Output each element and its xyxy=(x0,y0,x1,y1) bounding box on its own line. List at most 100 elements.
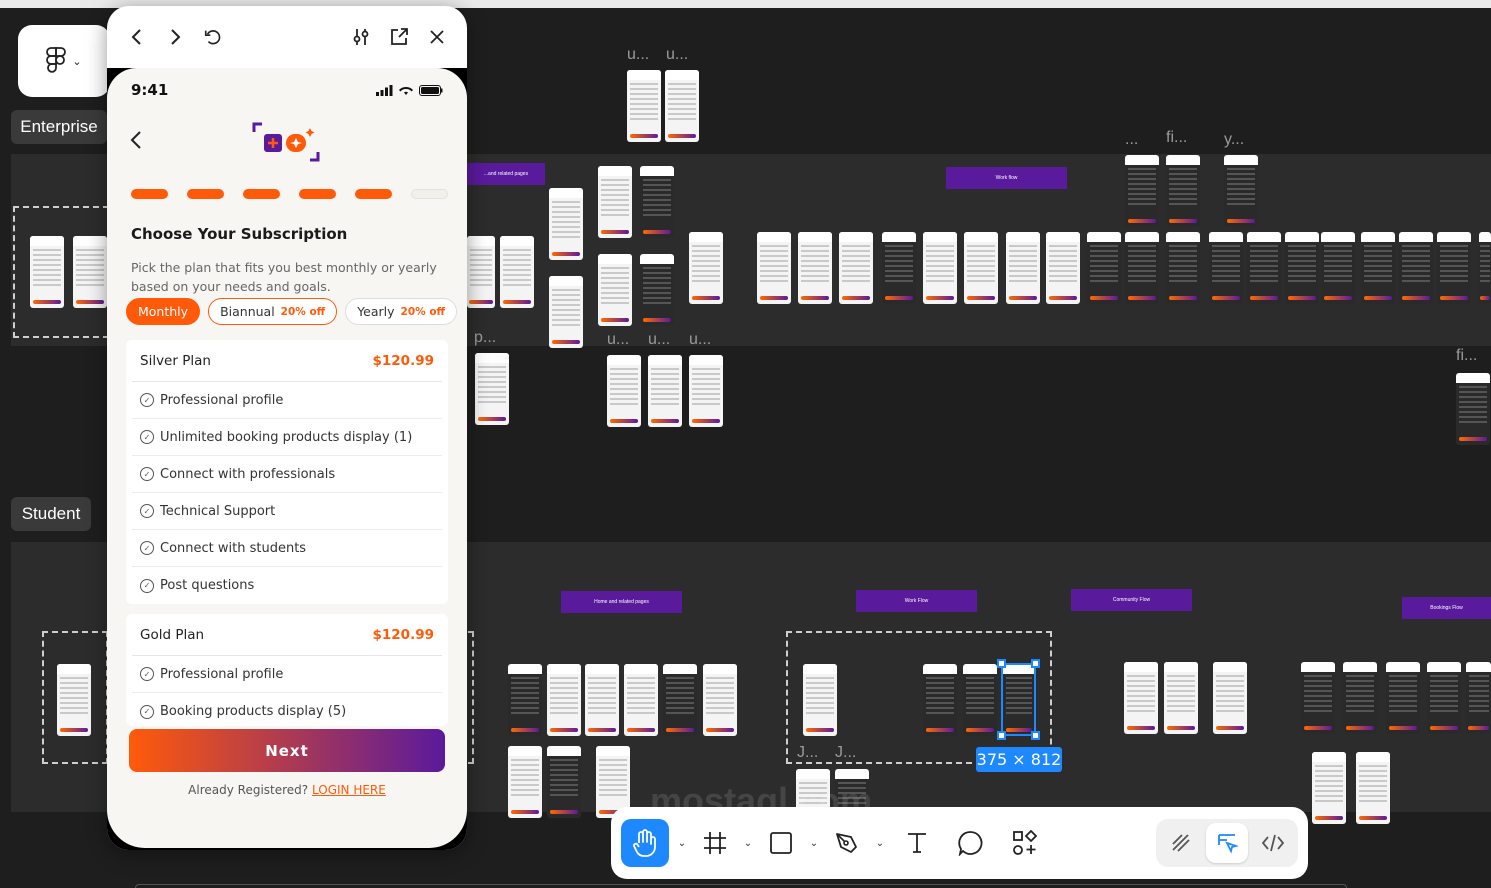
flow-label-home-bottom[interactable]: Home and related pages xyxy=(561,591,682,613)
design-frame-thumbnail[interactable] xyxy=(1224,155,1258,227)
design-frame-thumbnail[interactable] xyxy=(964,232,998,304)
design-frame-thumbnail[interactable] xyxy=(640,166,674,238)
tab-yearly[interactable]: Yearly 20% off xyxy=(345,298,458,325)
main-menu-button[interactable]: ⌄ xyxy=(18,25,110,97)
design-frame-thumbnail[interactable] xyxy=(1125,155,1159,227)
design-frame-thumbnail[interactable] xyxy=(57,664,91,736)
design-frame-thumbnail[interactable] xyxy=(1456,373,1490,445)
design-frame-thumbnail[interactable] xyxy=(549,276,583,348)
selected-frame-outline[interactable] xyxy=(1001,663,1036,736)
design-frame-thumbnail[interactable] xyxy=(1466,662,1491,734)
flow-label-bookings[interactable]: Bookings Flow xyxy=(1402,597,1491,619)
design-frame-thumbnail[interactable] xyxy=(1321,232,1355,304)
design-frame-thumbnail[interactable] xyxy=(1166,155,1200,227)
actions-tool[interactable] xyxy=(1001,819,1049,867)
frame-label[interactable]: u... xyxy=(666,46,688,64)
frame-label[interactable]: ... xyxy=(1125,131,1138,149)
frame-label[interactable]: y... xyxy=(1224,131,1244,149)
design-frame-thumbnail[interactable] xyxy=(648,355,682,427)
design-frame-thumbnail[interactable] xyxy=(1343,662,1377,734)
design-frame-thumbnail[interactable] xyxy=(1386,662,1420,734)
enterprise-section-label[interactable]: Enterprise xyxy=(11,110,107,144)
next-button[interactable]: Next xyxy=(129,729,445,772)
frame-label[interactable]: u... xyxy=(689,331,711,349)
design-frame-thumbnail[interactable] xyxy=(624,664,658,736)
design-frame-thumbnail[interactable] xyxy=(882,232,916,304)
design-frame-thumbnail[interactable] xyxy=(839,232,873,304)
design-frame-thumbnail[interactable] xyxy=(1479,232,1491,304)
design-frame-thumbnail[interactable] xyxy=(467,236,495,308)
frame-label[interactable]: fi... xyxy=(1166,129,1187,147)
design-frame-thumbnail[interactable] xyxy=(923,232,957,304)
pen-tool[interactable] xyxy=(827,819,867,867)
flow-label-work-top[interactable]: Work flow xyxy=(946,167,1067,189)
resize-handle[interactable] xyxy=(1031,659,1040,668)
design-frame-thumbnail[interactable] xyxy=(1213,662,1247,734)
design-frame-thumbnail[interactable] xyxy=(963,664,997,736)
design-frame-thumbnail[interactable] xyxy=(1209,232,1243,304)
subscription-screen[interactable]: 9:41 Choose Your Subscription Pick the p… xyxy=(107,68,467,848)
design-frame-thumbnail[interactable] xyxy=(1356,752,1390,824)
design-frame-thumbnail[interactable] xyxy=(1124,662,1158,734)
design-frame-thumbnail[interactable] xyxy=(663,664,697,736)
design-frame-thumbnail[interactable] xyxy=(500,236,534,308)
close-icon[interactable] xyxy=(427,27,447,47)
flow-label-home-top[interactable]: ...and related pages xyxy=(467,163,545,185)
design-mode-button[interactable] xyxy=(1206,823,1248,863)
design-frame-thumbnail[interactable] xyxy=(803,664,837,736)
resize-handle[interactable] xyxy=(997,659,1006,668)
design-frame-thumbnail[interactable] xyxy=(30,236,64,308)
chevron-down-icon[interactable]: ⌄ xyxy=(873,838,887,849)
frame-label[interactable]: p... xyxy=(474,329,496,347)
design-frame-thumbnail[interactable] xyxy=(549,188,583,260)
open-external-icon[interactable] xyxy=(389,27,409,47)
design-frame-thumbnail[interactable] xyxy=(73,236,107,308)
design-frame-thumbnail[interactable] xyxy=(1247,232,1281,304)
hand-tool[interactable] xyxy=(621,819,669,867)
design-frame-thumbnail[interactable] xyxy=(547,664,581,736)
forward-arrow-icon[interactable] xyxy=(165,27,185,47)
back-chevron-icon[interactable] xyxy=(129,130,143,154)
shape-tool[interactable] xyxy=(761,819,801,867)
design-frame-thumbnail[interactable] xyxy=(508,664,542,736)
design-frame-thumbnail[interactable] xyxy=(1166,232,1200,304)
resize-handle[interactable] xyxy=(1031,731,1040,740)
design-frame-thumbnail[interactable] xyxy=(1437,232,1471,304)
frame-tool[interactable] xyxy=(695,819,735,867)
design-frame-thumbnail[interactable] xyxy=(1164,662,1198,734)
chevron-down-icon[interactable]: ⌄ xyxy=(675,838,689,849)
design-frame-thumbnail[interactable] xyxy=(1285,232,1319,304)
dev-mode-button[interactable] xyxy=(1252,823,1294,863)
restart-icon[interactable] xyxy=(203,27,223,47)
comment-tool[interactable] xyxy=(947,819,995,867)
frame-label[interactable]: u... xyxy=(648,331,670,349)
tab-biannual[interactable]: Biannual 20% off xyxy=(208,298,338,325)
settings-sliders-icon[interactable] xyxy=(351,27,371,47)
draw-mode-button[interactable] xyxy=(1160,823,1202,863)
design-frame-thumbnail[interactable] xyxy=(1312,752,1346,824)
frame-label[interactable]: J... xyxy=(835,744,856,762)
chevron-down-icon[interactable]: ⌄ xyxy=(807,838,821,849)
tab-monthly[interactable]: Monthly xyxy=(126,298,201,325)
design-frame-thumbnail[interactable] xyxy=(508,746,542,818)
design-frame-thumbnail[interactable] xyxy=(1301,662,1335,734)
design-frame-thumbnail[interactable] xyxy=(1427,662,1461,734)
student-section-label[interactable]: Student xyxy=(11,497,91,531)
design-frame-thumbnail[interactable] xyxy=(665,70,699,142)
prototype-preview-window[interactable]: 9:41 Choose Your Subscription Pick the p… xyxy=(107,6,467,850)
plan-card-silver[interactable]: Silver Plan $120.99 ✓ Professional profil… xyxy=(126,340,448,604)
design-frame-thumbnail[interactable] xyxy=(1361,232,1395,304)
design-frame-thumbnail[interactable] xyxy=(627,70,661,142)
chevron-down-icon[interactable]: ⌄ xyxy=(741,838,755,849)
text-tool[interactable] xyxy=(893,819,941,867)
frame-label[interactable]: fi... xyxy=(1456,347,1477,365)
design-frame-thumbnail[interactable] xyxy=(1399,232,1433,304)
design-frame-thumbnail[interactable] xyxy=(640,254,674,326)
frame-label[interactable]: u... xyxy=(607,331,629,349)
design-frame-thumbnail[interactable] xyxy=(1046,232,1080,304)
design-frame-thumbnail[interactable] xyxy=(1125,232,1159,304)
design-frame-thumbnail[interactable] xyxy=(547,746,581,818)
design-frame-thumbnail[interactable] xyxy=(703,664,737,736)
design-frame-thumbnail[interactable] xyxy=(923,664,957,736)
design-frame-thumbnail[interactable] xyxy=(689,355,723,427)
